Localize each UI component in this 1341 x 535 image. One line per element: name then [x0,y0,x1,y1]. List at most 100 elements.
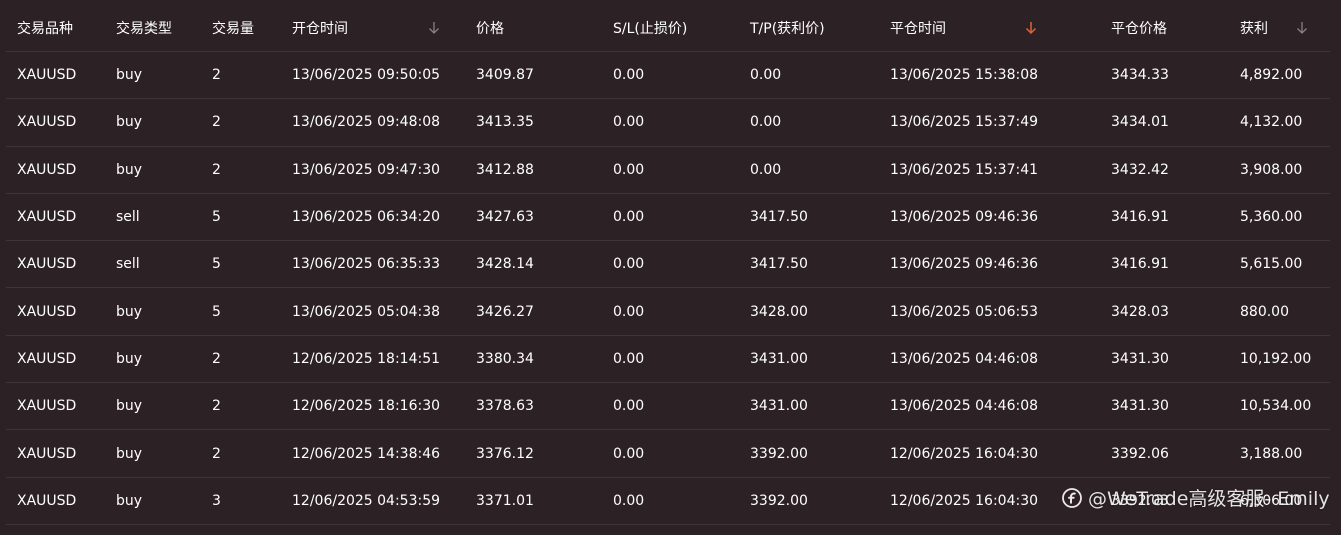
cell-symbol: XAUUSD [17,67,77,84]
cell-price: 3409.87 [476,67,534,84]
table-body: XAUUSD buy 2 13/06/2025 09:50:05 3409.87 0.00… [6,52,1330,525]
cell-close-price: 3416.91 [1111,256,1169,273]
cell-close-time: 13/06/2025 09:46:36 [890,209,1039,226]
cell-stop-loss: 0.00 [613,303,645,320]
cell-stop-loss: 0.00 [613,350,645,367]
arrow-down-icon[interactable] [1296,21,1308,35]
cell-trade-type: buy [116,67,143,84]
cell-trade-type: buy [116,350,143,367]
cell-trade-type: sell [116,256,140,273]
trade-history-table: 交易品种 交易类型 交易量 开仓时间 价格 S/L(止损价) T/P(获利价) … [6,5,1330,525]
cell-take-profit: 0.00 [750,161,782,178]
cell-price: 3371.01 [476,492,534,509]
header-trade-type[interactable]: 交易类型 [105,5,201,51]
cell-profit: 4,132.00 [1240,114,1303,131]
cell-stop-loss: 0.00 [613,445,645,462]
cell-profit: 5,360.00 [1240,209,1303,226]
header-close-time[interactable]: 平仓时间 [879,5,1100,51]
cell-trade-type: buy [116,161,143,178]
table-row[interactable]: XAUUSD buy 2 12/06/2025 18:14:51 3380.34 0.00… [6,336,1330,384]
cell-open-time: 12/06/2025 18:16:30 [292,398,441,415]
cell-stop-loss: 0.00 [613,209,645,226]
cell-open-time: 13/06/2025 05:04:38 [292,303,441,320]
cell-close-time: 13/06/2025 09:46:36 [890,256,1039,273]
cell-price: 3426.27 [476,303,534,320]
cell-close-price: 3431.30 [1111,350,1169,367]
cell-take-profit: 3392.00 [750,445,808,462]
header-stop-loss[interactable]: S/L(止损价) [602,5,739,51]
cell-take-profit: 3431.00 [750,398,808,415]
cell-take-profit: 3428.00 [750,303,808,320]
cell-symbol: XAUUSD [17,161,77,178]
cell-symbol: XAUUSD [17,445,77,462]
cell-trade-type: buy [116,114,143,131]
arrow-down-icon[interactable] [428,21,440,35]
cell-symbol: XAUUSD [17,303,77,320]
cell-close-price: 3434.01 [1111,114,1169,131]
table-row[interactable]: XAUUSD buy 2 13/06/2025 09:48:08 3413.35 0.00… [6,99,1330,147]
table-row[interactable]: XAUUSD buy 2 13/06/2025 09:50:05 3409.87 0.00… [6,52,1330,100]
table-row[interactable]: XAUUSD sell 5 13/06/2025 06:34:20 3427.63 0.0… [6,194,1330,242]
cell-symbol: XAUUSD [17,114,77,131]
cell-close-time: 13/06/2025 05:06:53 [890,303,1039,320]
cell-take-profit: 0.00 [750,114,782,131]
cell-profit: 3,908.00 [1240,161,1303,178]
cell-price: 3427.63 [476,209,534,226]
header-close-price[interactable]: 平仓价格 [1100,5,1229,51]
header-open-time[interactable]: 开仓时间 [281,5,465,51]
cell-stop-loss: 0.00 [613,161,645,178]
cell-symbol: XAUUSD [17,398,77,415]
cell-volume: 2 [212,350,221,367]
cell-open-time: 13/06/2025 06:34:20 [292,209,441,226]
cell-open-time: 13/06/2025 09:48:08 [292,114,441,131]
cell-close-price: 3431.30 [1111,398,1169,415]
header-profit[interactable]: 获利 [1229,5,1330,51]
cell-symbol: XAUUSD [17,492,77,509]
cell-close-price: 3428.03 [1111,303,1169,320]
cell-profit: 4,892.00 [1240,67,1303,84]
header-take-profit[interactable]: T/P(获利价) [739,5,879,51]
cell-price: 3378.63 [476,398,534,415]
cell-volume: 2 [212,161,221,178]
cell-close-time: 13/06/2025 15:37:49 [890,114,1039,131]
table-row[interactable]: XAUUSD sell 5 13/06/2025 06:35:33 3428.14 0.0… [6,241,1330,289]
cell-take-profit: 3392.00 [750,492,808,509]
arrow-down-icon[interactable] [1025,21,1037,35]
cell-close-price: 3392.06 [1111,445,1169,462]
weibo-logo-icon [1062,487,1082,508]
header-price[interactable]: 价格 [465,5,602,51]
header-volume[interactable]: 交易量 [201,5,281,51]
cell-profit: 5,615.00 [1240,256,1303,273]
cell-close-price: 3432.42 [1111,161,1169,178]
cell-take-profit: 3431.00 [750,350,808,367]
cell-trade-type: buy [116,398,143,415]
table-row[interactable]: XAUUSD buy 5 13/06/2025 05:04:38 3426.27 0.00… [6,288,1330,336]
cell-volume: 5 [212,303,221,320]
table-row[interactable]: XAUUSD buy 2 12/06/2025 18:16:30 3378.63 0.00… [6,383,1330,431]
cell-price: 3413.35 [476,114,534,131]
table-header: 交易品种 交易类型 交易量 开仓时间 价格 S/L(止损价) T/P(获利价) … [6,5,1330,52]
cell-symbol: XAUUSD [17,209,77,226]
cell-price: 3428.14 [476,256,534,273]
cell-volume: 2 [212,398,221,415]
cell-close-time: 13/06/2025 04:46:08 [890,350,1039,367]
cell-close-time: 13/06/2025 15:38:08 [890,67,1039,84]
cell-symbol: XAUUSD [17,256,77,273]
header-symbol[interactable]: 交易品种 [6,5,105,51]
cell-profit: 3,188.00 [1240,445,1303,462]
cell-open-time: 13/06/2025 09:47:30 [292,161,441,178]
cell-volume: 5 [212,209,221,226]
cell-take-profit: 0.00 [750,67,782,84]
table-row[interactable]: XAUUSD buy 2 12/06/2025 14:38:46 3376.12 0.00… [6,430,1330,478]
cell-volume: 2 [212,67,221,84]
cell-close-time: 12/06/2025 16:04:30 [890,445,1039,462]
cell-stop-loss: 0.00 [613,114,645,131]
cell-open-time: 13/06/2025 06:35:33 [292,256,441,273]
cell-close-price: 3434.33 [1111,67,1169,84]
cell-open-time: 12/06/2025 14:38:46 [292,445,441,462]
table-row[interactable]: XAUUSD buy 2 13/06/2025 09:47:30 3412.88 0.00… [6,147,1330,194]
cell-volume: 5 [212,256,221,273]
watermark: @WeTrade高级客服- Emily [1062,484,1330,511]
cell-take-profit: 3417.50 [750,209,808,226]
cell-trade-type: sell [116,209,140,226]
